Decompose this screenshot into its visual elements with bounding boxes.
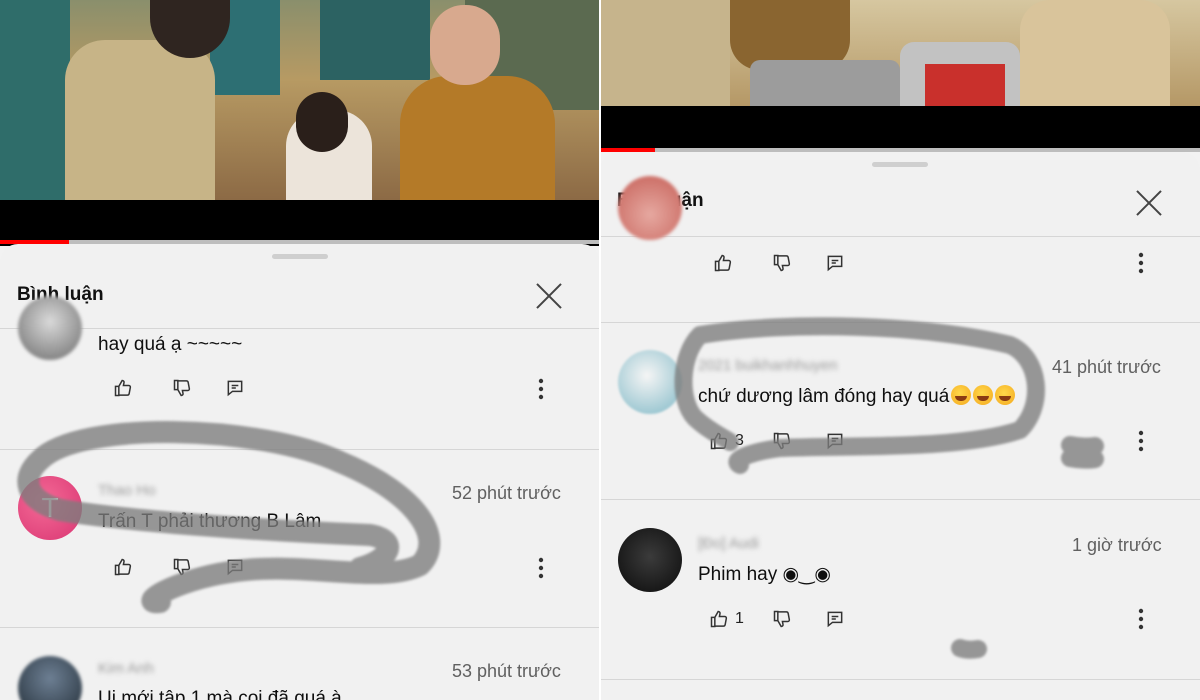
comment-text: Trấn T phải thương B Lâm	[98, 511, 322, 532]
avatar[interactable]	[18, 656, 82, 700]
cooking-pots	[750, 60, 900, 106]
comment-time: 1 giờ trước	[1072, 535, 1162, 555]
divider	[0, 328, 600, 329]
more-vertical-icon[interactable]	[531, 374, 551, 404]
avatar[interactable]	[618, 528, 682, 592]
avatar[interactable]	[618, 176, 682, 240]
woman-figure	[400, 76, 555, 200]
comment-text: chứ dương lâm đóng hay quá	[698, 385, 1016, 408]
video-frame	[600, 0, 1200, 106]
thumb-down-icon[interactable]	[769, 428, 795, 454]
avatar[interactable]	[618, 350, 682, 414]
thumb-down-icon[interactable]	[769, 250, 795, 276]
thumb-up-icon[interactable]	[110, 554, 136, 580]
thumb-down-icon[interactable]	[169, 375, 195, 401]
reply-icon[interactable]	[822, 250, 848, 276]
comments-sheet: Bình luận 2021 buikhanhhuyen 41 phút trư…	[600, 152, 1200, 700]
video-frame	[0, 0, 600, 200]
red-basket	[925, 64, 1005, 106]
comment-text: hay quá ạ ~~~~~	[98, 334, 243, 355]
screenshot-collage: Bình luận hay quá ạ ~~~~~ T Thao Ho 52 p…	[0, 0, 1200, 700]
comment-time: 52 phút trước	[452, 483, 561, 503]
divider	[600, 679, 1200, 680]
divider	[600, 236, 1200, 237]
shutter-door	[0, 0, 70, 200]
comment-text: Phim hay ◉‿◉	[698, 564, 831, 585]
comment-text: Ui mới tập 1 mà coi đã quá à	[98, 688, 342, 700]
divider	[600, 322, 1200, 323]
comment-time: 53 phút trước	[452, 661, 561, 681]
divider	[600, 499, 1200, 500]
more-vertical-icon[interactable]	[1131, 248, 1151, 278]
more-vertical-icon[interactable]	[1131, 604, 1151, 634]
girl-head	[296, 92, 348, 152]
comment-author[interactable]: Thao Ho	[98, 482, 156, 499]
video-player[interactable]	[0, 0, 600, 246]
sheet-drag-handle[interactable]	[272, 254, 328, 259]
avatar[interactable]	[18, 296, 82, 360]
reply-icon[interactable]	[222, 554, 248, 580]
video-player[interactable]	[600, 0, 1200, 152]
thumb-up-icon[interactable]	[110, 375, 136, 401]
comment-time: 41 phút trước	[1052, 357, 1161, 377]
man-figure	[65, 40, 215, 200]
avatar[interactable]: T	[18, 476, 82, 540]
thumb-up-icon[interactable]	[710, 250, 736, 276]
laughing-emoji-icon	[995, 385, 1016, 405]
shop-shelf	[600, 0, 730, 106]
reply-icon[interactable]	[222, 375, 248, 401]
like-count: 3	[735, 432, 744, 449]
laughing-emoji-icon	[951, 385, 972, 405]
sheet-drag-handle[interactable]	[872, 162, 928, 167]
laughing-emoji-icon	[973, 385, 994, 405]
laughing-emoji-group	[949, 385, 1016, 407]
right-screenshot: Bình luận 2021 buikhanhhuyen 41 phút trư…	[600, 0, 1200, 700]
thumb-down-icon[interactable]	[769, 606, 795, 632]
reply-icon[interactable]	[822, 428, 848, 454]
thumb-up-icon[interactable]	[706, 606, 732, 632]
divider	[0, 627, 600, 628]
woman-head	[430, 5, 500, 85]
man-figure	[1020, 0, 1170, 106]
reply-icon[interactable]	[822, 606, 848, 632]
comment-author[interactable]: Kim Anh	[98, 660, 154, 677]
left-screenshot: Bình luận hay quá ạ ~~~~~ T Thao Ho 52 p…	[0, 0, 600, 700]
divider	[0, 449, 600, 450]
window-grille	[320, 0, 430, 80]
comment-author[interactable]: 2021 buikhanhhuyen	[698, 357, 837, 374]
panel-divider	[599, 0, 601, 700]
close-icon[interactable]	[532, 278, 566, 312]
thumb-down-icon[interactable]	[169, 554, 195, 580]
like-count: 1	[735, 610, 744, 627]
comment-author[interactable]: [Đo] Audi	[698, 535, 759, 552]
comment-text-body: chứ dương lâm đóng hay quá	[698, 386, 950, 407]
more-vertical-icon[interactable]	[1131, 426, 1151, 456]
thumb-up-icon[interactable]	[706, 428, 732, 454]
more-vertical-icon[interactable]	[531, 553, 551, 583]
close-icon[interactable]	[1132, 185, 1166, 219]
comments-sheet: Bình luận hay quá ạ ~~~~~ T Thao Ho 52 p…	[0, 244, 600, 700]
